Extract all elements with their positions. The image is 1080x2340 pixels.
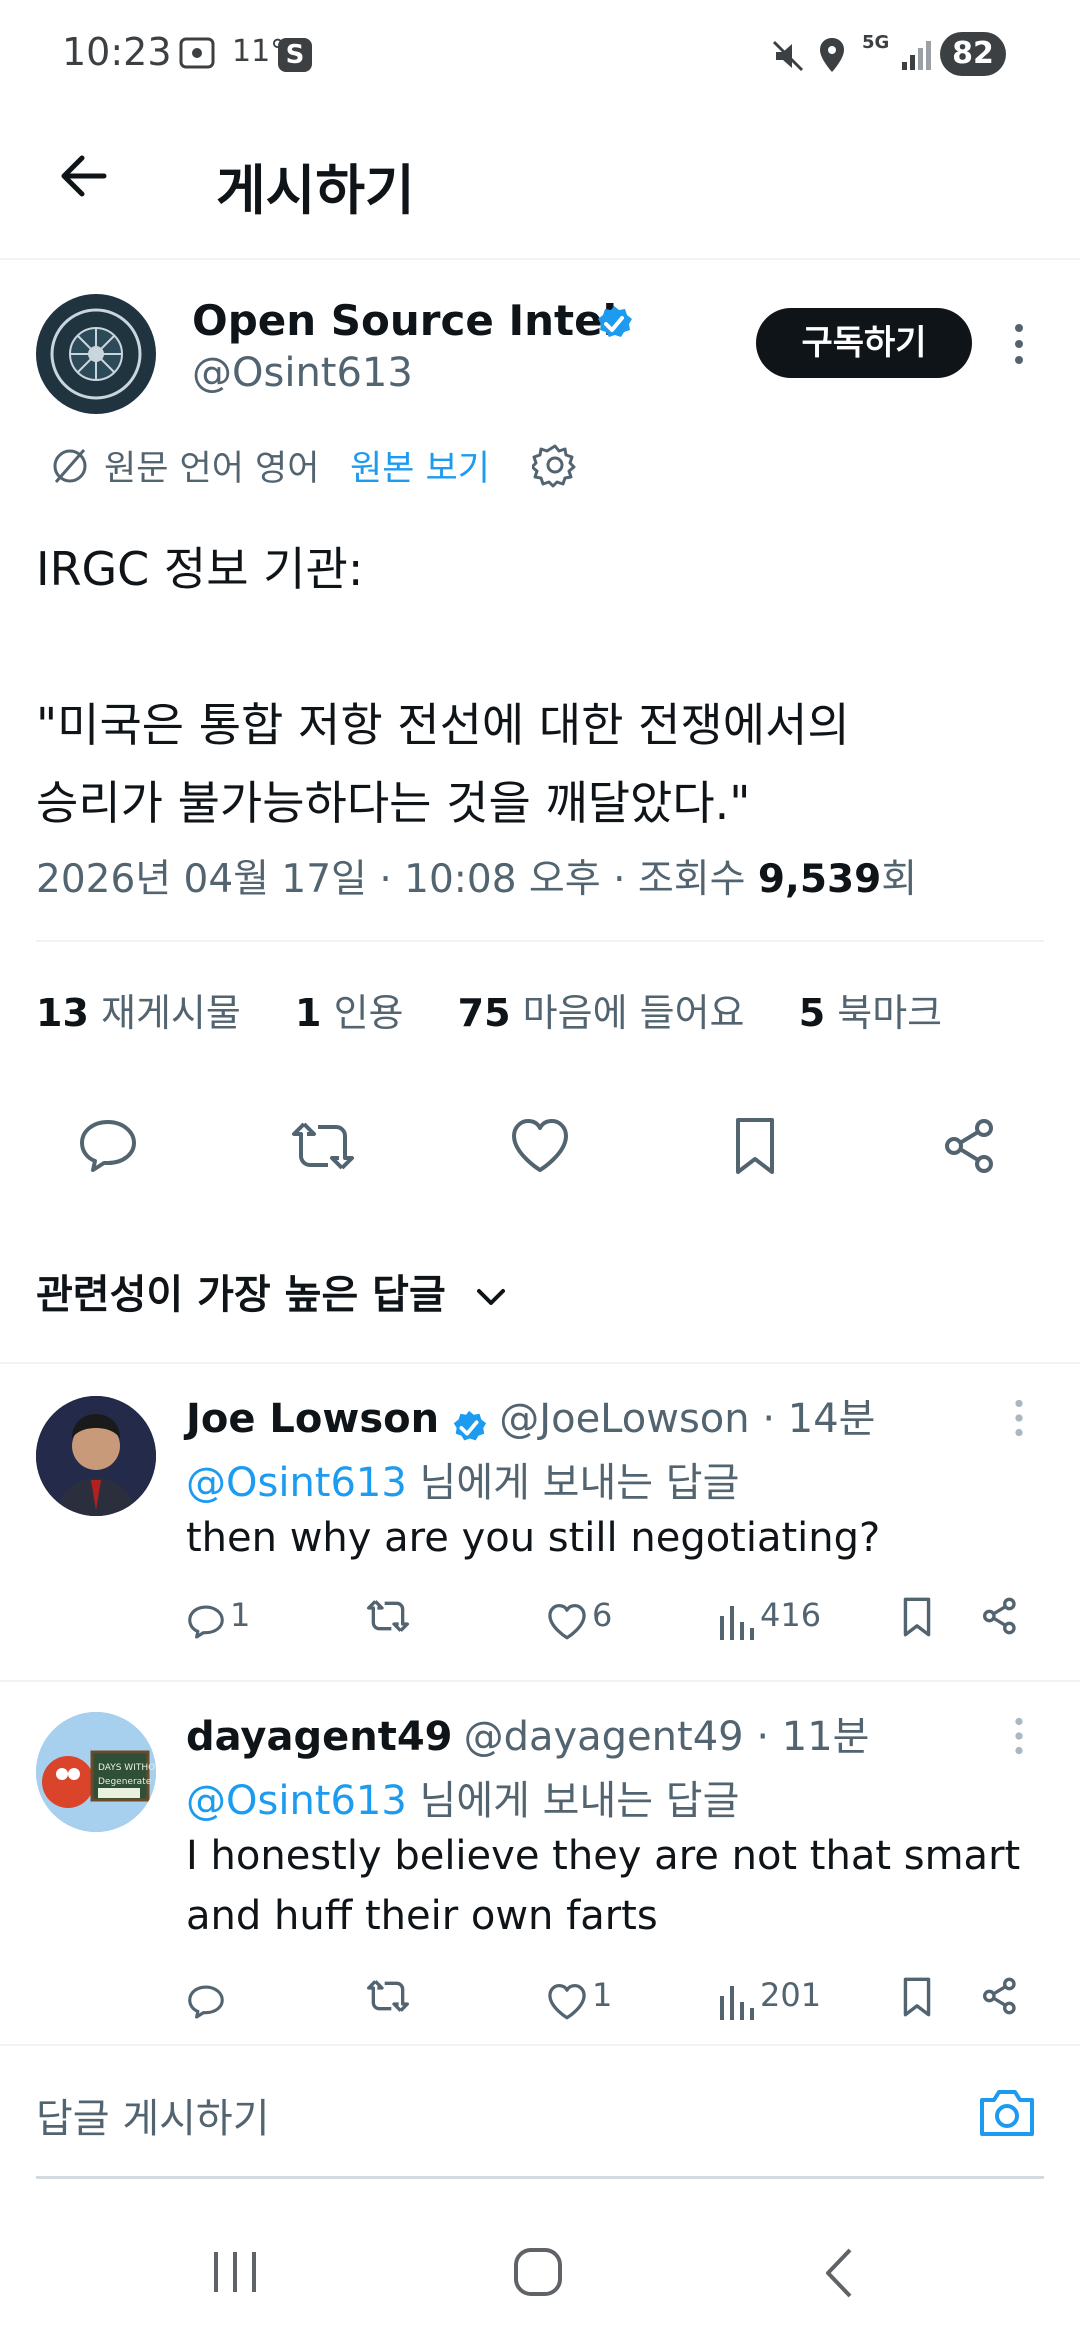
share-icon[interactable] — [980, 1596, 1020, 1636]
reply-composer[interactable]: 답글 게시하기 — [0, 2044, 1080, 2176]
like-count: 1 — [592, 1976, 613, 2014]
view-count: 416 — [760, 1596, 822, 1634]
author-avatar[interactable] — [36, 294, 156, 414]
engagement-stats: 13 재게시물 1 인용 75 마음에 들어요 5 북마크 — [36, 982, 942, 1037]
more-options-icon[interactable] — [1010, 322, 1028, 366]
back-nav-icon[interactable] — [820, 2246, 860, 2300]
recent-apps-icon[interactable] — [210, 2248, 260, 2296]
subscribe-button[interactable]: 구독하기 — [756, 308, 972, 378]
bookmark-icon[interactable] — [900, 1596, 934, 1638]
author-handle[interactable]: @Osint613 — [192, 350, 413, 396]
reply-composer-placeholder[interactable]: 답글 게시하기 — [36, 2086, 270, 2144]
reply-icon — [186, 1602, 226, 1642]
divider — [36, 940, 1044, 942]
signal-icon — [900, 38, 934, 72]
reply-action-views[interactable]: 201 — [718, 1976, 821, 2022]
reply-handle-time: @JoeLowson · 14분 — [499, 1396, 876, 1442]
reply-icon[interactable] — [76, 1116, 140, 1176]
author-name[interactable]: Open Source Intel — [192, 296, 617, 345]
reply-header: dayagent49 @dayagent49 · 11분 — [186, 1704, 869, 1762]
post-text-line: "미국은 통합 저항 전선에 대한 전쟁에서의 — [36, 698, 850, 752]
reply-action-reply[interactable]: 1 — [186, 1596, 250, 1642]
reply-item[interactable]: Joe Lowson @JoeLowson · 14분 @Osint613 님에… — [0, 1364, 1080, 1680]
home-icon[interactable] — [512, 2246, 564, 2298]
translation-settings-gear-icon[interactable] — [532, 442, 578, 488]
svg-text:Degenerate: Degenerate — [98, 1777, 152, 1787]
composer-underline — [36, 2176, 1044, 2179]
post-text-line: IRGC 정보 기관: — [36, 542, 364, 596]
repost-icon[interactable] — [366, 1976, 410, 2016]
reply-count: 1 — [230, 1596, 251, 1634]
like-heart-icon — [546, 1602, 588, 1642]
reply-author-name[interactable]: dayagent49 — [186, 1714, 452, 1760]
status-time: 10:23 — [62, 30, 172, 74]
like-heart-icon — [546, 1982, 588, 2022]
like-count: 6 — [592, 1596, 613, 1634]
repost-icon[interactable] — [290, 1116, 356, 1176]
top-app-bar: 게시하기 — [0, 110, 1080, 260]
reply-sort-selector[interactable]: 관련성이 가장 높은 답글 — [36, 1262, 508, 1320]
reply-to-handle[interactable]: @Osint613 — [186, 1778, 407, 1824]
5g-icon: 5G — [862, 32, 890, 53]
mute-icon — [770, 38, 806, 74]
location-icon — [818, 36, 846, 74]
post-timestamp: 2026년 04월 17일 · 10:08 오후 · 조회수 — [36, 857, 758, 902]
translation-note: 원문 언어 영어 — [104, 449, 320, 489]
view-count: 201 — [760, 1976, 822, 2014]
post-views-suffix: 회 — [881, 857, 918, 902]
views-chart-icon — [718, 1602, 756, 1642]
s-app-icon: S — [278, 38, 312, 72]
more-options-icon[interactable] — [1010, 1398, 1028, 1438]
verified-badge-icon — [594, 304, 634, 344]
share-icon[interactable] — [980, 1976, 1020, 2016]
camera-icon[interactable] — [976, 2086, 1038, 2140]
verified-badge-icon — [450, 1409, 488, 1447]
post-body: IRGC 정보 기관: "미국은 통합 저항 전선에 대한 전쟁에서의 승리가 … — [36, 530, 1036, 842]
battery-indicator: 82 — [940, 32, 1006, 76]
bookmark-icon[interactable] — [730, 1116, 780, 1176]
reposts-stat[interactable]: 13 재게시물 — [36, 991, 241, 1035]
share-icon[interactable] — [940, 1116, 1000, 1176]
reply-action-like[interactable]: 6 — [546, 1596, 612, 1642]
back-arrow-icon[interactable] — [54, 146, 114, 206]
reply-handle-time: @dayagent49 · 11분 — [463, 1714, 870, 1760]
view-original-link[interactable]: 원본 보기 — [350, 440, 490, 491]
reply-avatar[interactable] — [36, 1396, 156, 1516]
page-title: 게시하기 — [216, 159, 415, 222]
bookmarks-stat[interactable]: 5 북마크 — [799, 991, 942, 1035]
reply-author-name[interactable]: Joe Lowson — [186, 1396, 439, 1442]
reply-to-line: @Osint613 님에게 보내는 답글 — [186, 1768, 739, 1826]
reply-to-handle[interactable]: @Osint613 — [186, 1460, 407, 1506]
post-view-count: 9,539 — [757, 857, 882, 902]
reply-action-reply[interactable] — [186, 1976, 226, 2022]
quotes-stat[interactable]: 1 인용 — [295, 991, 403, 1035]
reply-item[interactable]: DAYS WITHOUT Degenerate dayagent49 @dayag… — [0, 1682, 1080, 2042]
views-chart-icon — [718, 1982, 756, 2022]
reply-icon — [186, 1982, 226, 2022]
bookmark-icon[interactable] — [900, 1976, 934, 2018]
svg-text:DAYS WITHOUT: DAYS WITHOUT — [98, 1763, 156, 1773]
repost-icon[interactable] — [366, 1596, 410, 1636]
reply-text: then why are you still negotiating? — [186, 1515, 881, 1561]
reply-avatar[interactable]: DAYS WITHOUT Degenerate — [36, 1712, 156, 1832]
post-meta: 2026년 04월 17일 · 10:08 오후 · 조회수 9,539회 — [36, 848, 917, 904]
reply-to-suffix: 님에게 보내는 답글 — [406, 1778, 740, 1824]
more-options-icon[interactable] — [1010, 1716, 1028, 1756]
reply-action-like[interactable]: 1 — [546, 1976, 612, 2022]
reply-text: I honestly believe they are not that sma… — [186, 1833, 1021, 1939]
likes-stat[interactable]: 75 마음에 들어요 — [458, 991, 745, 1035]
screenshot-icon — [178, 36, 216, 70]
status-bar: 10:23 11° S 5G 82 — [0, 0, 1080, 110]
like-heart-icon[interactable] — [508, 1116, 572, 1176]
chevron-down-icon — [474, 1285, 508, 1309]
reply-to-suffix: 님에게 보내는 답글 — [406, 1460, 740, 1506]
system-navigation-bar — [0, 2200, 1080, 2340]
post-text-line: 승리가 불가능하다는 것을 깨달았다." — [36, 776, 751, 830]
translate-icon — [48, 444, 92, 488]
reply-sort-label: 관련성이 가장 높은 답글 — [36, 1272, 446, 1318]
reply-header: Joe Lowson @JoeLowson · 14분 — [186, 1386, 875, 1447]
reply-action-views[interactable]: 416 — [718, 1596, 821, 1642]
reply-to-line: @Osint613 님에게 보내는 답글 — [186, 1450, 739, 1508]
